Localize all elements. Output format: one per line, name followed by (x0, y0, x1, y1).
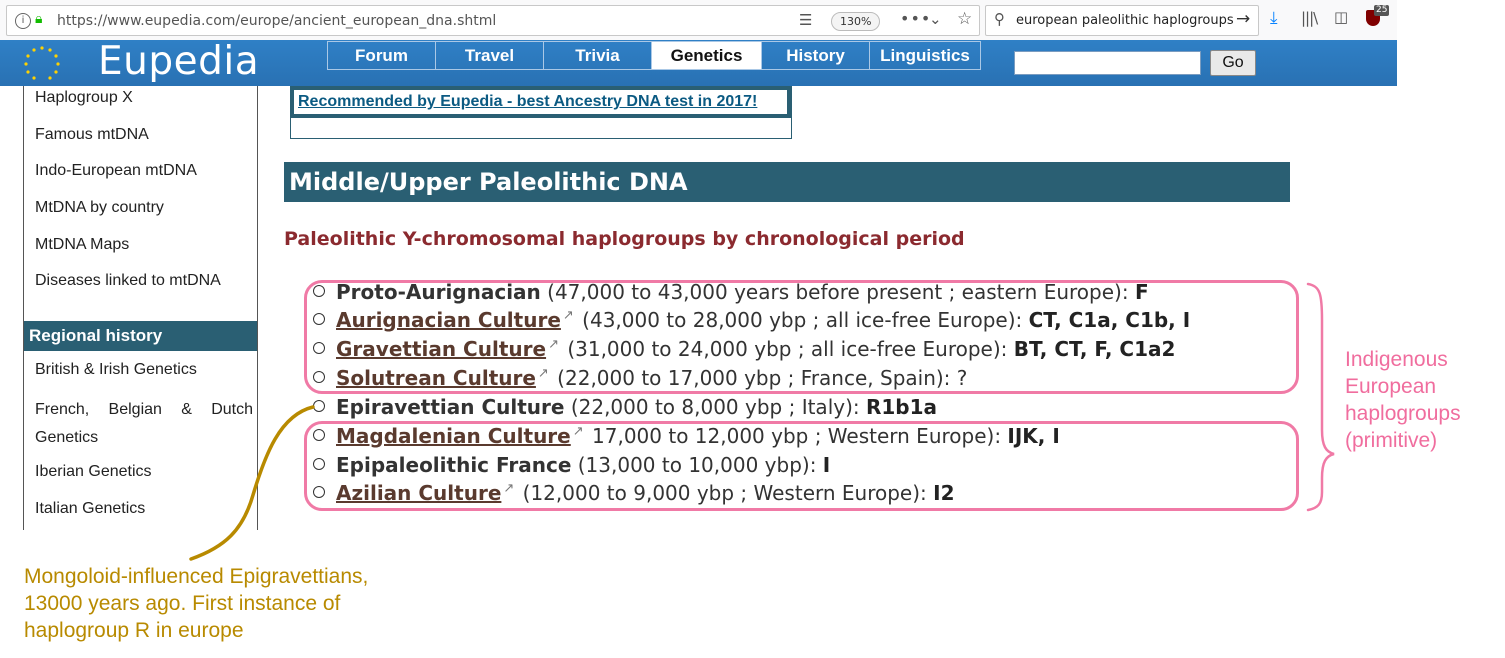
zoom-level-badge[interactable]: 130% (831, 12, 881, 31)
site-header: Eupedia Forum Travel Trivia Genetics His… (0, 39, 1397, 86)
site-search-input[interactable] (1014, 51, 1201, 75)
pocket-icon[interactable]: ⌄ (929, 10, 942, 28)
url-bar[interactable]: i 🔒︎ https://www.eupedia.com/europe/anci… (6, 5, 980, 36)
sidebar-link-british-irish[interactable]: British & Irish Genetics (35, 361, 197, 379)
reader-view-icon[interactable]: ☰ (799, 11, 812, 29)
annotation-line: Indigenous (1345, 348, 1448, 371)
annotation-pointer-line (189, 405, 315, 561)
ublock-count-badge: 25 (1374, 5, 1390, 16)
section-heading: Middle/Upper Paleolithic DNA (284, 162, 1290, 202)
nav-tab-linguistics[interactable]: Linguistics (870, 42, 980, 69)
sidebar-link-italian[interactable]: Italian Genetics (35, 500, 145, 518)
browser-toolbar: i 🔒︎ https://www.eupedia.com/europe/anci… (0, 0, 1397, 41)
annotation-line: (primitive) (1345, 429, 1438, 452)
nav-tab-genetics[interactable]: Genetics (652, 42, 762, 69)
annotation-box-lower (304, 421, 1299, 511)
annotation-box-upper (304, 280, 1299, 394)
sidebar-link-mtdna-by-country[interactable]: MtDNA by country (35, 199, 164, 217)
download-icon[interactable]: ⤓ (1270, 8, 1278, 28)
lock-icon[interactable]: 🔒︎ (35, 11, 42, 27)
sidebar-link-diseases-mtdna[interactable]: Diseases linked to mtDNA (35, 272, 221, 290)
culture-name: Epiravettian Culture (336, 395, 565, 419)
haplogroups: R1b1a (865, 395, 938, 419)
sidebar-link-mtdna-maps[interactable]: MtDNA Maps (35, 236, 129, 254)
browser-search-bar[interactable]: ⚲ european paleolithic haplogroups → (985, 5, 1259, 36)
sidebar-section-header: Regional history (24, 321, 257, 351)
sidebar-link-famous-mtdna[interactable]: Famous mtDNA (35, 126, 149, 144)
browser-search-input[interactable]: european paleolithic haplogroups (1016, 13, 1234, 28)
list-item: Epiravettian Culture (22,000 to 8,000 yb… (313, 395, 937, 424)
annotation-line: European (1345, 375, 1437, 398)
eu-stars-logo-icon (24, 46, 60, 80)
info-icon[interactable]: i (15, 13, 31, 29)
annotation-line: haplogroups (1345, 402, 1461, 425)
period-desc: (22,000 to 8,000 ybp ; Italy): (564, 395, 866, 419)
curly-brace-annotation (1306, 282, 1335, 512)
sidebar-toggle-icon[interactable]: ◫ (1334, 8, 1348, 26)
nav-tab-travel[interactable]: Travel (436, 42, 544, 69)
bookmark-star-icon[interactable]: ☆ (957, 9, 972, 29)
more-actions-icon[interactable]: ••• (900, 9, 931, 28)
annotation-indigenous-note: Indigenous European haplogroups (primiti… (1345, 346, 1461, 454)
subheading: Paleolithic Y-chromosomal haplogroups by… (284, 228, 965, 250)
annotation-line: 13000 years ago. First instance of (24, 592, 341, 615)
annotation-line: Mongoloid-influenced Epigravettians, (24, 565, 369, 588)
library-icon[interactable]: |||\ (1301, 9, 1318, 27)
nav-tab-forum[interactable]: Forum (328, 42, 436, 69)
sidebar-link-indo-european-mtdna[interactable]: Indo-European mtDNA (35, 162, 197, 180)
sidebar-link-haplogroup-x[interactable]: Haplogroup X (35, 89, 133, 107)
site-logo[interactable]: Eupedia (98, 39, 259, 84)
nav-tab-trivia[interactable]: Trivia (544, 42, 652, 69)
nav-tab-history[interactable]: History (762, 42, 870, 69)
search-icon: ⚲ (994, 10, 1005, 28)
recommended-link[interactable]: Recommended by Eupedia - best Ancestry D… (294, 90, 787, 114)
recommended-box: Recommended by Eupedia - best Ancestry D… (290, 86, 792, 139)
go-button[interactable]: Go (1210, 50, 1256, 76)
annotation-line: haplogroup R in europe (24, 619, 244, 642)
arrow-right-icon[interactable]: → (1236, 9, 1250, 29)
url-text[interactable]: https://www.eupedia.com/europe/ancient_e… (57, 13, 496, 29)
recommended-strip: Recommended by Eupedia - best Ancestry D… (291, 86, 791, 118)
sidebar-link-iberian[interactable]: Iberian Genetics (35, 463, 152, 481)
annotation-epigravettian-note: Mongoloid-influenced Epigravettians, 130… (24, 563, 368, 644)
main-nav: Forum Travel Trivia Genetics History Lin… (327, 41, 981, 70)
